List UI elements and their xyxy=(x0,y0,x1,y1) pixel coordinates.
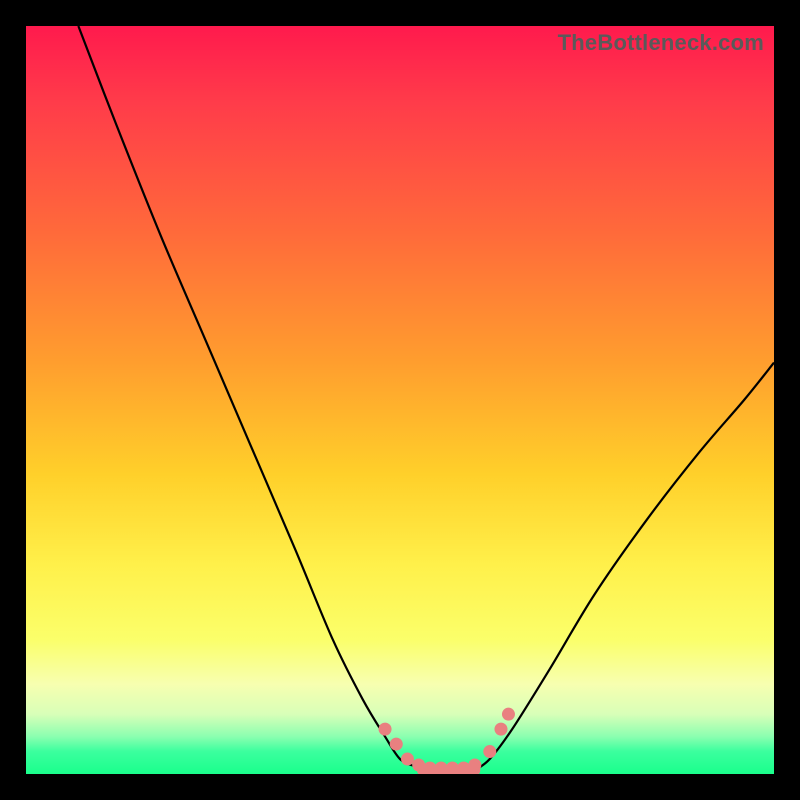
trough-dot xyxy=(468,759,481,772)
trough-dot xyxy=(446,762,459,774)
trough-dot xyxy=(412,759,425,772)
trough-dot xyxy=(435,762,448,774)
plot-area: TheBottleneck.com xyxy=(26,26,774,774)
right-curve xyxy=(475,363,774,771)
left-curve xyxy=(78,26,422,770)
trough-dot xyxy=(483,745,496,758)
trough-dot xyxy=(379,723,392,736)
chart-frame: TheBottleneck.com xyxy=(0,0,800,800)
trough-dot xyxy=(423,762,436,774)
trough-dot xyxy=(457,762,470,774)
trough-dot xyxy=(401,753,414,766)
trough-dot xyxy=(502,708,515,721)
trough-dot xyxy=(494,723,507,736)
curve-layer xyxy=(26,26,774,774)
trough-dot xyxy=(390,738,403,751)
trough-dots xyxy=(379,708,515,774)
